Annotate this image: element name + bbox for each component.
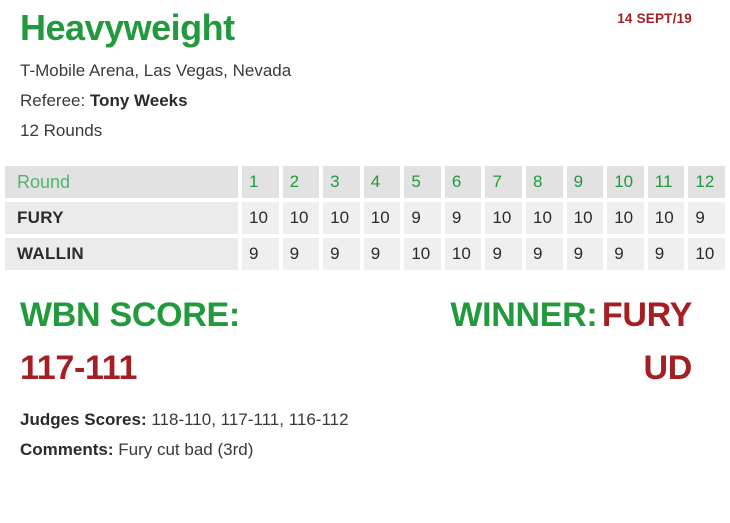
table-row: FURY 10 10 10 10 9 9 10 10 10 10 10 9 xyxy=(5,202,725,234)
referee-label: Referee: xyxy=(20,91,86,110)
score-cell: 10 xyxy=(607,202,644,234)
round-number-cell: 8 xyxy=(526,166,563,198)
decision-type: UD xyxy=(643,349,692,387)
round-number-cell: 4 xyxy=(363,166,401,198)
score-cell: 10 xyxy=(647,202,685,234)
fighter-name: WALLIN xyxy=(5,238,238,270)
score-cell: 9 xyxy=(607,238,644,270)
round-number-cell: 7 xyxy=(485,166,523,198)
score-cell: 10 xyxy=(404,238,441,270)
referee-name: Tony Weeks xyxy=(89,91,188,110)
score-cell: 9 xyxy=(242,238,279,270)
wbn-score-value: 117-111 xyxy=(20,349,138,387)
round-number-cell: 3 xyxy=(323,166,360,198)
comments-line: Comments: Fury cut bad (3rd) xyxy=(20,435,710,465)
round-number-cell: 2 xyxy=(282,166,320,198)
score-cell: 10 xyxy=(485,202,523,234)
score-cell: 10 xyxy=(444,238,482,270)
fighter-name: FURY xyxy=(5,202,238,234)
score-cell: 9 xyxy=(404,202,441,234)
winner-name: FURY xyxy=(601,296,692,334)
round-number-cell: 10 xyxy=(607,166,644,198)
round-header-label: Round xyxy=(5,166,238,198)
score-cell: 10 xyxy=(566,202,604,234)
score-cell: 10 xyxy=(688,238,725,270)
round-number-cell: 5 xyxy=(404,166,441,198)
comments-value: Fury cut bad (3rd) xyxy=(118,440,254,459)
score-and-winner-line: WBN SCORE: WINNER: FURY xyxy=(20,292,692,345)
score-cell: 9 xyxy=(282,238,320,270)
score-cell: 9 xyxy=(647,238,685,270)
results-block: WBN SCORE: WINNER: FURY 117-111 UD xyxy=(0,292,730,391)
score-cell: 9 xyxy=(485,238,523,270)
score-cell: 10 xyxy=(282,202,320,234)
round-number-cell: 12 xyxy=(688,166,725,198)
round-number-cells: 1 2 3 4 5 6 7 8 9 10 11 12 xyxy=(238,166,725,198)
score-cell: 10 xyxy=(323,202,360,234)
score-cell: 9 xyxy=(688,202,725,234)
table-row: WALLIN 9 9 9 9 10 10 9 9 9 9 9 10 xyxy=(5,238,725,270)
score-cell: 10 xyxy=(526,202,563,234)
round-number-cell: 6 xyxy=(444,166,482,198)
judges-scores-value: 118-110, 117-111, 116-112 xyxy=(151,410,349,429)
round-number-cell: 9 xyxy=(566,166,604,198)
fighter-score-cells: 9 9 9 9 10 10 9 9 9 9 9 10 xyxy=(238,238,725,270)
fight-header: Heavyweight 14 SEPT/19 T-Mobile Arena, L… xyxy=(0,0,730,146)
score-cell: 9 xyxy=(566,238,604,270)
rounds-text: 12 Rounds xyxy=(20,121,103,140)
comments-label: Comments: xyxy=(20,440,114,459)
fighter-score-cells: 10 10 10 10 9 9 10 10 10 10 10 9 xyxy=(238,202,725,234)
score-value-and-decision-line: 117-111 UD xyxy=(20,345,692,391)
winner-line: WINNER: FURY xyxy=(450,292,692,345)
round-number-cell: 1 xyxy=(242,166,279,198)
fight-date: 14 SEPT/19 xyxy=(617,11,692,26)
winner-label: WINNER: xyxy=(450,296,598,334)
notes-block: Judges Scores: 118-110, 117-111, 116-112… xyxy=(0,405,730,465)
venue-text: T-Mobile Arena, Las Vegas, Nevada xyxy=(20,61,292,80)
score-cell: 9 xyxy=(526,238,563,270)
score-cell: 9 xyxy=(323,238,360,270)
score-cell: 9 xyxy=(363,238,401,270)
judges-scores-line: Judges Scores: 118-110, 117-111, 116-112 xyxy=(20,405,710,435)
page-title: Heavyweight xyxy=(20,7,235,48)
wbn-score-label: WBN SCORE: xyxy=(20,296,240,334)
score-cell: 10 xyxy=(363,202,401,234)
round-number-cell: 11 xyxy=(647,166,685,198)
table-header-row: Round 1 2 3 4 5 6 7 8 9 10 11 12 xyxy=(5,166,725,198)
referee-line: Referee: Tony Weeks xyxy=(20,86,710,116)
score-cell: 10 xyxy=(242,202,279,234)
scorecard-table: Round 1 2 3 4 5 6 7 8 9 10 11 12 FURY 10… xyxy=(0,166,730,270)
judges-scores-label: Judges Scores: xyxy=(20,410,147,429)
score-cell: 9 xyxy=(444,202,482,234)
